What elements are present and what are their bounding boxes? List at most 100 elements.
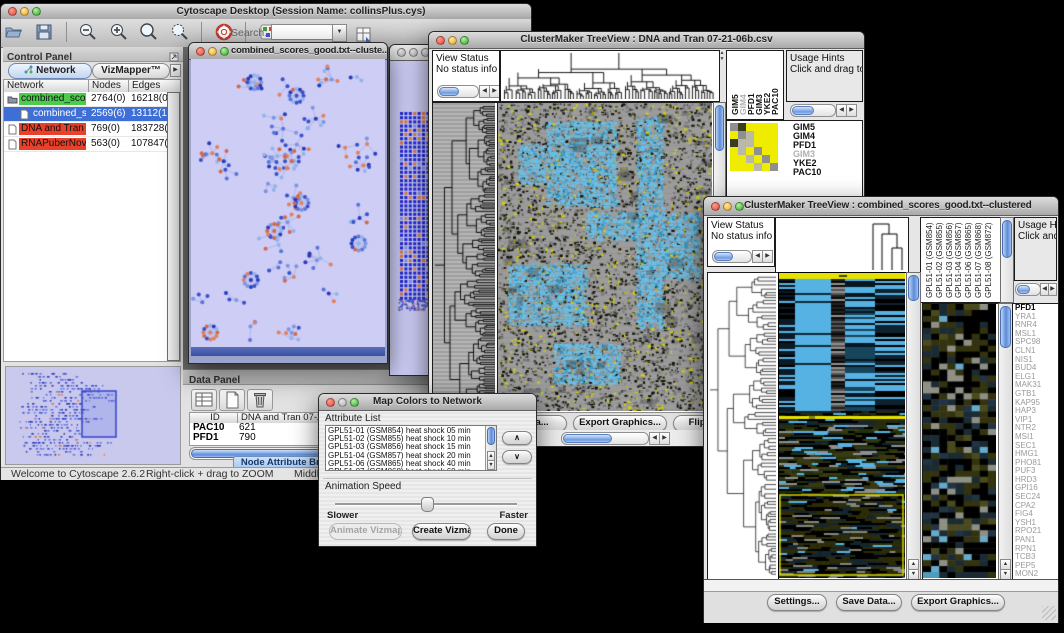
network-overview-canvas[interactable] xyxy=(8,369,178,462)
heatmap-panel xyxy=(778,272,908,581)
column-header-network[interactable]: Network xyxy=(4,80,89,92)
tab-network[interactable]: Network xyxy=(8,63,92,79)
move-up-button[interactable]: ∧ xyxy=(502,431,532,445)
view-status-text: No status info for xyxy=(708,231,774,242)
heatmap-canvas[interactable] xyxy=(498,103,712,411)
row-dendrogram-canvas[interactable] xyxy=(433,103,495,411)
heatmap-canvas[interactable] xyxy=(779,273,905,578)
search-input[interactable] xyxy=(271,24,333,40)
scroll-right-button[interactable]: ▶ xyxy=(1048,283,1057,296)
map-colors-dialog: Map Colors to Network Attribute List GPL… xyxy=(318,393,537,547)
treeview-scores-title: ClusterMaker TreeView : combined_scores_… xyxy=(704,197,1058,215)
usage-hints-scrollbar[interactable] xyxy=(1015,283,1041,296)
zoom-heatmap-canvas[interactable] xyxy=(923,304,996,578)
usage-hints-text: Click and drag to xyxy=(787,64,862,75)
open-session-button[interactable] xyxy=(3,21,25,43)
network-tree-row[interactable]: DNA and Tran 07769(0)183728(0) xyxy=(4,122,180,137)
animate-vizmap-button[interactable]: Animate Vizmap xyxy=(329,523,402,540)
column-header-edges[interactable]: Edges xyxy=(129,80,180,92)
network-overview-panel xyxy=(5,366,181,465)
usage-hints-title: Usage Hints xyxy=(787,51,862,64)
column-dendrogram-panel xyxy=(500,50,720,102)
tab-vizmapper[interactable]: VizMapper™ xyxy=(92,63,170,79)
column-label[interactable]: GPL51-03 (GSM856) xyxy=(945,222,954,298)
column-label[interactable]: GPL51-02 (GSM855) xyxy=(935,222,944,298)
view-status-title: View Status xyxy=(433,51,499,64)
heatmap-vscrollbar[interactable]: ▲ ▼ xyxy=(906,272,921,581)
zoom-selected-button[interactable] xyxy=(138,21,160,43)
scroll-right-button[interactable]: ▶ xyxy=(846,104,857,117)
toolbar-separator xyxy=(201,22,202,42)
network-name: combined_sco xyxy=(31,108,86,120)
usage-hints-scrollbar[interactable] xyxy=(790,104,836,117)
column-label[interactable]: GPL51-07 (GSM868) xyxy=(974,222,983,298)
scroll-right-button[interactable]: ▶ xyxy=(659,432,670,445)
dialog-title: Map Colors to Network xyxy=(319,394,536,410)
network-list-scrollbar[interactable] xyxy=(167,92,180,361)
animation-speed-label: Animation Speed xyxy=(325,481,401,492)
network-window-title: combined_scores_good.txt--cluste... xyxy=(189,43,387,59)
attribute-list-scrollbar[interactable]: ▲ ▼ xyxy=(485,426,496,470)
slider-thumb[interactable] xyxy=(421,497,434,512)
delete-attribute-icon[interactable] xyxy=(247,389,273,411)
attribute-list[interactable]: GPL51-01 (GSM854) heat shock 05 minGPL51… xyxy=(325,425,497,471)
scroll-right-button[interactable]: ▶ xyxy=(489,85,500,98)
mini-heatmap[interactable] xyxy=(730,123,778,171)
attribute-list-item[interactable]: GPL51-07 (GSM868) heat shock 60 min xyxy=(326,468,496,471)
minimize-button[interactable] xyxy=(409,48,418,57)
column-label[interactable]: GPL51-08 (GSM872) xyxy=(984,222,993,298)
create-vizmap-button[interactable]: Create Vizmap xyxy=(412,523,471,540)
column-label[interactable]: GPL51-04 (GSM857) xyxy=(954,222,963,298)
column-label[interactable]: GPL51-01 (GSM854) xyxy=(925,222,934,298)
view-status-scrollbar[interactable] xyxy=(712,250,752,263)
gene-value: 790 xyxy=(239,432,256,443)
scroll-right-button[interactable]: ▶ xyxy=(762,250,773,263)
network-tree-row[interactable]: RNAPuberNov2+563(0)107847(0) xyxy=(4,137,180,152)
column-dendrogram-canvas[interactable] xyxy=(776,218,906,270)
zoom-fit-button[interactable] xyxy=(169,21,191,43)
network-tree-row[interactable]: combined_scores2764(0)16218(0) xyxy=(4,92,180,107)
network-window-bottom-bar[interactable] xyxy=(191,347,385,356)
window-title: Cytoscape Desktop (Session Name: collins… xyxy=(1,4,531,19)
heatmap-hscrollbar[interactable] xyxy=(561,432,649,445)
network-view-canvas-1[interactable] xyxy=(191,59,385,347)
view-status-scrollbar[interactable] xyxy=(437,85,479,98)
node-count: 2569(6) xyxy=(91,107,130,121)
tree-scroll-arrows[interactable]: ▲▼ xyxy=(719,50,725,100)
usage-hints-panel: Usage Hints Click and drag to xyxy=(786,50,863,102)
toolbar-separator xyxy=(66,22,67,42)
column-labels-vscrollbar[interactable] xyxy=(1000,217,1014,303)
settings--button[interactable]: Settings... xyxy=(767,594,827,611)
usage-hints-title: Usage Hints xyxy=(1015,218,1056,231)
zoom-in-button[interactable] xyxy=(108,21,130,43)
export-graphics--button[interactable]: Export Graphics... xyxy=(911,594,1005,611)
column-dendrogram-canvas[interactable] xyxy=(501,51,717,99)
gene-label-list: PFD1YRA1RNR4MSL1SPC98CLN1NIS1BUD4ELG1MAK… xyxy=(1012,303,1059,581)
close-button[interactable] xyxy=(397,48,406,57)
network-name: RNAPuberNov2+ xyxy=(19,138,86,150)
attribute-select-icon[interactable] xyxy=(191,389,217,411)
zoom-out-button[interactable] xyxy=(77,21,99,43)
animation-speed-slider[interactable] xyxy=(335,497,517,511)
attribute-list-label: Attribute List xyxy=(325,413,381,424)
row-label[interactable]: PAC10 xyxy=(793,168,821,177)
gene-label[interactable]: MON2 xyxy=(1015,570,1058,579)
column-label[interactable]: GPL51-06 (GSM865) xyxy=(964,222,973,298)
treeview-dna-title: ClusterMaker TreeView : DNA and Tran 07-… xyxy=(429,32,864,48)
tab-overflow-button[interactable]: ▶ xyxy=(170,64,181,77)
gene-id: PFD1 xyxy=(190,433,239,443)
save-data--button[interactable]: Save Data... xyxy=(836,594,902,611)
resize-grip[interactable] xyxy=(1042,606,1056,620)
network-view-window-1: combined_scores_good.txt--cluste... xyxy=(188,42,388,364)
zoom-vscrollbar[interactable]: ▲ ▼ xyxy=(998,303,1013,581)
main-titlebar[interactable]: Cytoscape Desktop (Session Name: collins… xyxy=(1,4,531,20)
done-button[interactable]: Done xyxy=(487,523,525,540)
move-down-button[interactable]: ∨ xyxy=(502,450,532,464)
row-dendrogram-canvas[interactable] xyxy=(708,273,776,578)
save-session-button[interactable] xyxy=(33,21,55,43)
new-attribute-icon[interactable] xyxy=(219,389,245,411)
search-dropdown-button[interactable]: ▼ xyxy=(332,24,347,42)
network-tree-row[interactable]: combined_sco2569(6)13112(15) xyxy=(4,107,180,122)
column-label[interactable]: PAC10 xyxy=(771,88,780,115)
column-header-nodes[interactable]: Nodes xyxy=(89,80,129,92)
